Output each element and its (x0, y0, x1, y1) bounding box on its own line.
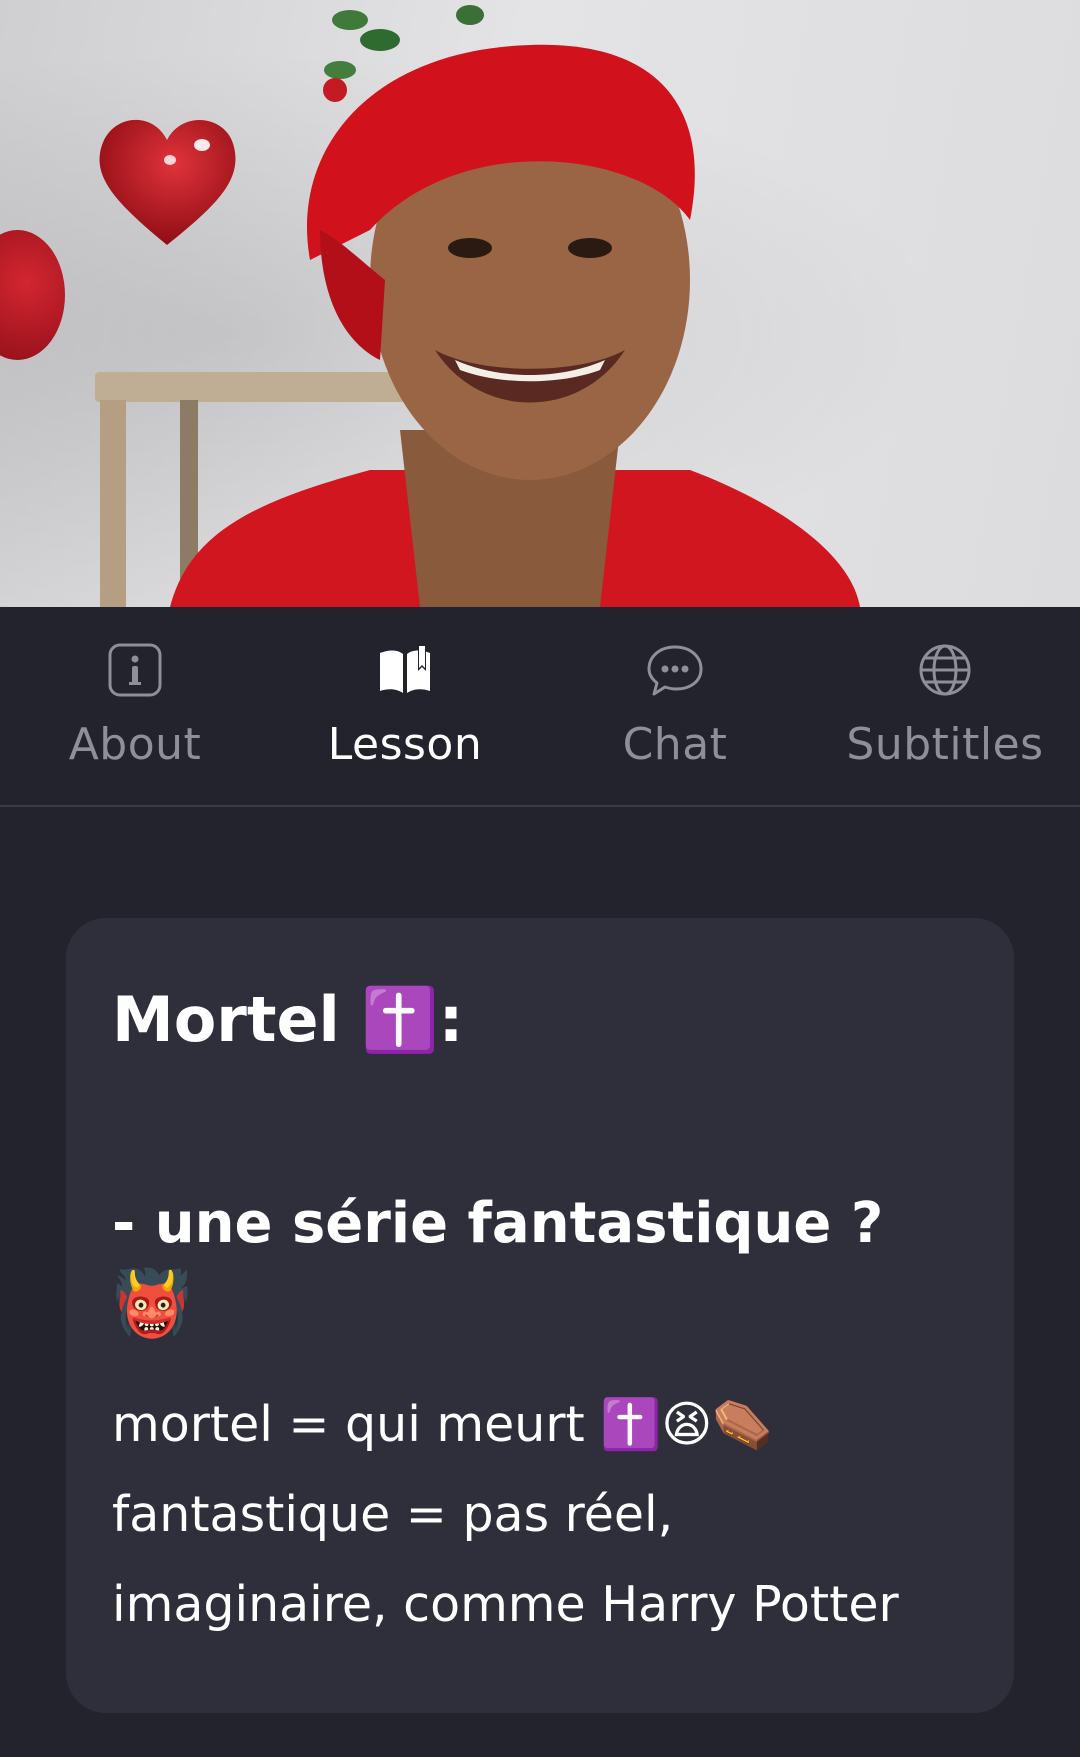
tab-lesson[interactable]: Lesson (270, 607, 540, 805)
ogre-emoji: 👹 (112, 1267, 192, 1341)
tab-bar: About Lesson Chat Subtitles (0, 607, 1080, 807)
tab-chat-label: Chat (622, 719, 728, 770)
globe-icon (919, 644, 971, 696)
lesson-body: mortel = qui meurt ✝️😫⚰️ fantastique = p… (112, 1380, 970, 1650)
tab-about-label: About (68, 719, 202, 770)
book-icon (380, 645, 430, 693)
lesson-title: Mortel ✝️: (112, 983, 464, 1056)
info-icon (108, 643, 162, 697)
lesson-card: Mortel ✝️: - une série fantastique ? 👹 m… (66, 918, 1014, 1713)
tab-lesson-label: Lesson (327, 719, 483, 770)
video-player[interactable] (0, 0, 1080, 607)
chat-bubble-icon (647, 645, 703, 696)
tab-subtitles[interactable]: Subtitles (810, 607, 1080, 805)
tab-about[interactable]: About (0, 607, 270, 805)
lesson-line: mortel = qui meurt ✝️😫⚰️ (112, 1396, 774, 1453)
lesson-line: fantastique = pas réel, (112, 1486, 674, 1543)
shelf-leg (100, 400, 126, 607)
tab-chat[interactable]: Chat (540, 607, 810, 805)
lesson-subtitle: - une série fantastique ? (112, 1191, 884, 1256)
presenter (170, 44, 860, 607)
tab-subtitles-label: Subtitles (846, 719, 1044, 770)
lesson-line: imaginaire, comme Harry Potter (112, 1576, 899, 1633)
